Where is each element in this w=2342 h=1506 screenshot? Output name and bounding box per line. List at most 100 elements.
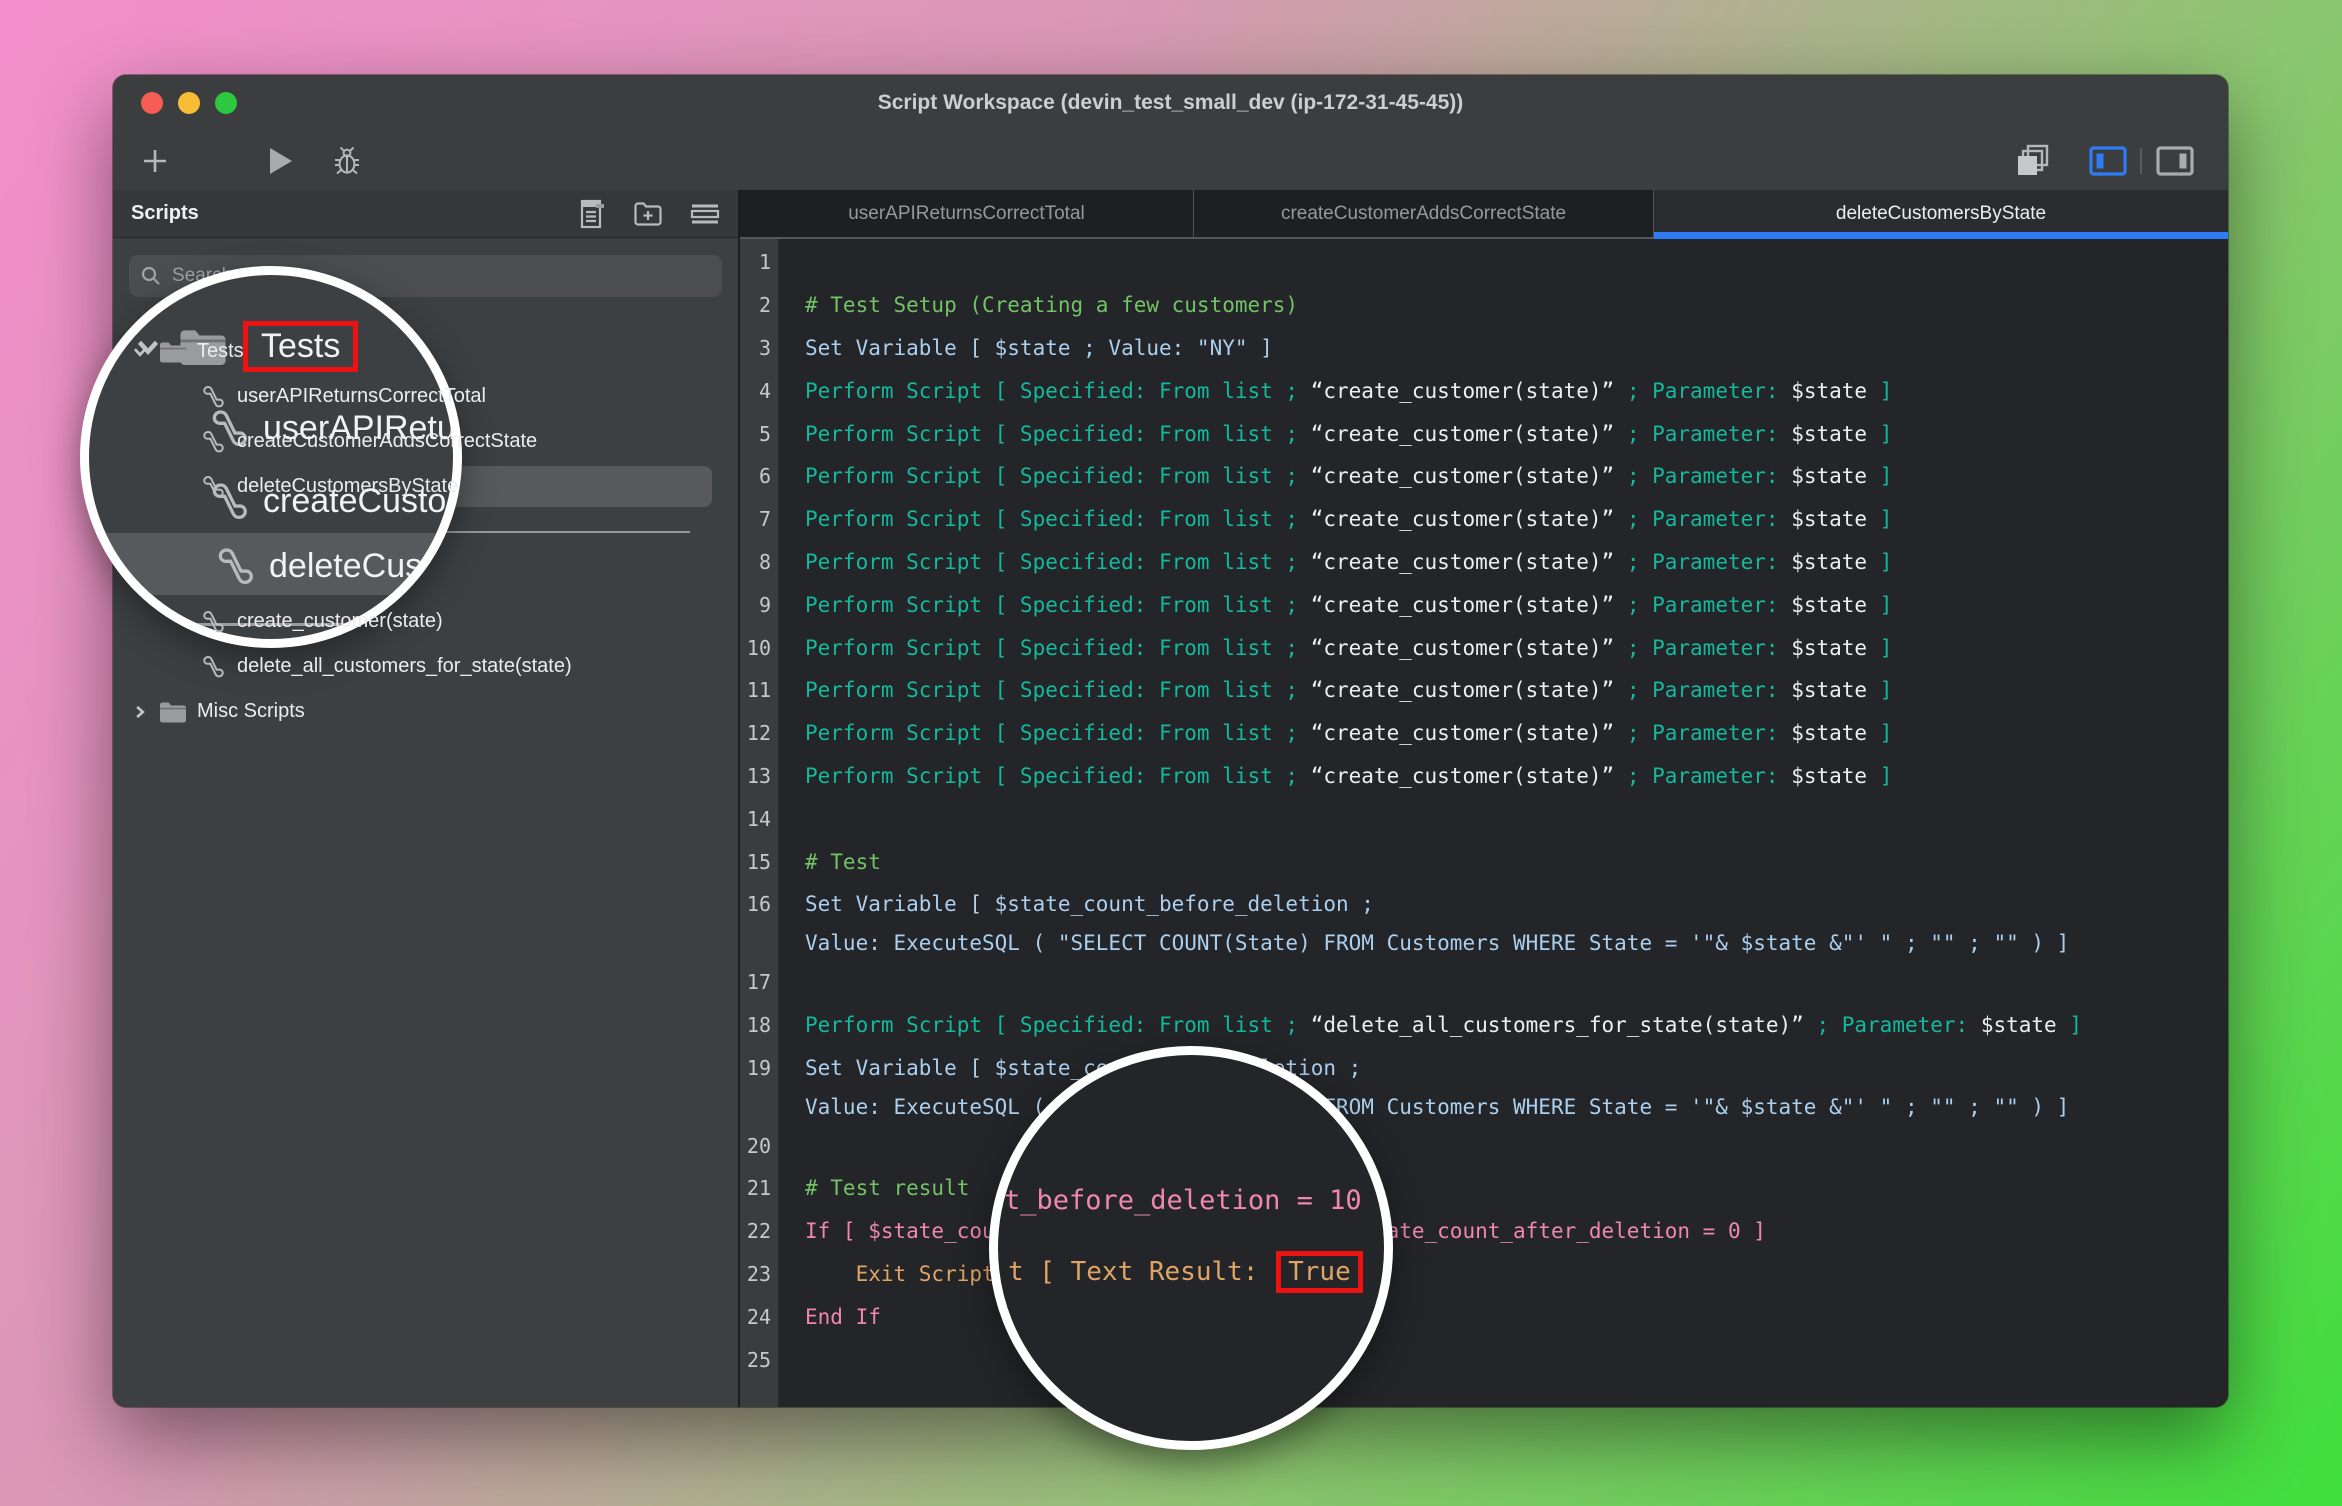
script-scroll-icon <box>201 609 225 635</box>
folder-icon <box>158 340 188 364</box>
bug-icon <box>333 146 361 176</box>
step-text: Perform Script [ Specified: From list ; … <box>778 593 1892 617</box>
script-scroll-icon <box>215 545 255 588</box>
script-editor: userAPIReturnsCorrectTotalcreateCustomer… <box>740 190 2228 1407</box>
script-step-line-19-wrap[interactable]: Value: ExecuteSQL ( "SELECT COUNT(State)… <box>740 1089 2228 1124</box>
debug-script-button[interactable] <box>329 131 365 190</box>
script-step-line-14[interactable]: 14 <box>740 797 2228 840</box>
folder-icon <box>158 700 188 724</box>
sidebar-header: Scripts <box>113 190 738 238</box>
script-step-line-16[interactable]: 16Set Variable [ $state_count_before_del… <box>740 883 2228 926</box>
script-step-line-25[interactable]: 25 <box>740 1338 2228 1381</box>
line-number: 11 <box>740 678 778 702</box>
step-text: Perform Script [ Specified: From list ; … <box>778 507 1892 531</box>
line-number: 10 <box>740 636 778 660</box>
tab-deleteCustomersByState[interactable]: deleteCustomersByState <box>1654 190 2228 237</box>
script-step-line-24[interactable]: 24End If <box>740 1295 2228 1338</box>
script-step-line-17[interactable]: 17 <box>740 961 2228 1004</box>
script-scroll-icon <box>201 429 225 455</box>
script-step-line-20[interactable]: 20 <box>740 1124 2228 1167</box>
step-text: # Test <box>778 850 881 874</box>
desktop-background: Script Workspace (devin_test_small_dev (… <box>0 0 2342 1506</box>
line-number: 9 <box>740 593 778 617</box>
script-step-line-18[interactable]: 18Perform Script [ Specified: From list … <box>740 1004 2228 1047</box>
magnifier-lens-tests: Tests userAPIRetu createCusto deleteCust <box>80 266 462 648</box>
step-text: Perform Script [ Specified: From list ; … <box>778 379 1892 403</box>
line-number: 8 <box>740 550 778 574</box>
chevron-down-icon[interactable] <box>131 343 149 361</box>
toolbar-divider <box>2135 131 2147 190</box>
lens-tan-code-text: t [ Text Result: True ] <box>1008 1251 1393 1293</box>
script-step-line-23[interactable]: 23 Exit Script [ Text Result: True ] <box>740 1253 2228 1296</box>
script-step-line-2[interactable]: 2# Test Setup (Creating a few customers) <box>740 284 2228 327</box>
step-text: Perform Script [ Specified: From list ; … <box>778 550 1892 574</box>
step-text: # Test Setup (Creating a few customers) <box>778 293 1298 317</box>
script-step-line-8[interactable]: 8Perform Script [ Specified: From list ;… <box>740 541 2228 584</box>
script-step-line-22[interactable]: 22If [ $state_count_before_deletion = 10… <box>740 1210 2228 1253</box>
script-step-line-19[interactable]: 19Set Variable [ $state_count_after_dele… <box>740 1046 2228 1089</box>
script-step-line-3[interactable]: 3Set Variable [ $state ; Value: "NY" ] <box>740 327 2228 370</box>
sidebar-folder-Misc Scripts[interactable]: Misc Scripts <box>113 689 738 734</box>
tab-createCustomerAddsCorrectState[interactable]: createCustomerAddsCorrectState <box>1194 190 1654 237</box>
chevron-right-icon[interactable] <box>131 703 149 721</box>
line-number: 3 <box>740 336 778 360</box>
line-number: 12 <box>740 721 778 745</box>
line-number: 23 <box>740 1262 778 1286</box>
search-icon <box>141 266 161 286</box>
line-number: 6 <box>740 464 778 488</box>
script-step-line-15[interactable]: 15# Test <box>740 840 2228 883</box>
step-text: Value: ExecuteSQL ( "SELECT COUNT(State)… <box>778 1095 2069 1119</box>
script-list-icon[interactable] <box>579 199 606 229</box>
line-number: 14 <box>740 807 778 831</box>
script-scroll-icon <box>201 384 225 410</box>
play-icon <box>268 146 294 176</box>
traffic-lights <box>141 92 237 114</box>
tab-userAPIReturnsCorrectTotal[interactable]: userAPIReturnsCorrectTotal <box>740 190 1194 237</box>
script-step-line-16-wrap[interactable]: Value: ExecuteSQL ( "SELECT COUNT(State)… <box>740 926 2228 961</box>
script-tabs: userAPIReturnsCorrectTotalcreateCustomer… <box>740 190 2228 239</box>
script-step-line-6[interactable]: 6Perform Script [ Specified: From list ;… <box>740 455 2228 498</box>
window-title: Script Workspace (devin_test_small_dev (… <box>878 91 1464 115</box>
sidebar-script-delete_all_customers_for_state(state)[interactable]: delete_all_customers_for_state(state) <box>113 644 738 689</box>
toggle-left-pane-button[interactable] <box>2086 131 2130 190</box>
new-folder-icon[interactable] <box>633 201 663 227</box>
true-highlight-box: True <box>1276 1251 1363 1293</box>
close-button[interactable] <box>141 92 163 114</box>
script-step-line-21[interactable]: 21# Test result <box>740 1167 2228 1210</box>
line-number: 20 <box>740 1134 778 1158</box>
toggle-right-pane-button[interactable] <box>2153 131 2197 190</box>
step-text: Perform Script [ Specified: From list ; … <box>778 1013 2082 1037</box>
line-number: 19 <box>740 1056 778 1080</box>
lens-pink-code-text: t_before_deletion = 10 <box>1004 1185 1362 1216</box>
title-bar: Script Workspace (devin_test_small_dev (… <box>113 75 2228 131</box>
line-number: 5 <box>740 422 778 446</box>
zoom-button[interactable] <box>215 92 237 114</box>
script-step-line-1[interactable]: 1 <box>740 241 2228 284</box>
script-steps: 12# Test Setup (Creating a few customers… <box>740 241 2228 1381</box>
panel-left-icon <box>2089 146 2127 176</box>
sidebar-title: Scripts <box>131 202 199 225</box>
line-number: 4 <box>740 379 778 403</box>
line-number: 13 <box>740 764 778 788</box>
code-area: 12# Test Setup (Creating a few customers… <box>740 239 2228 1407</box>
script-step-line-13[interactable]: 13Perform Script [ Specified: From list … <box>740 755 2228 798</box>
script-step-line-10[interactable]: 10Perform Script [ Specified: From list … <box>740 626 2228 669</box>
script-scroll-icon <box>201 474 225 500</box>
lens-row-deleteCust: deleteCust <box>215 545 432 588</box>
run-script-button[interactable] <box>263 131 299 190</box>
step-text: Value: ExecuteSQL ( "SELECT COUNT(State)… <box>778 931 2069 955</box>
magnifier-lens-true: t_before_deletion = 10 t [ Text Result: … <box>989 1046 1393 1450</box>
script-step-line-7[interactable]: 7Perform Script [ Specified: From list ;… <box>740 498 2228 541</box>
line-number: 17 <box>740 970 778 994</box>
line-number: 7 <box>740 507 778 531</box>
script-step-line-11[interactable]: 11Perform Script [ Specified: From list … <box>740 669 2228 712</box>
script-step-line-5[interactable]: 5Perform Script [ Specified: From list ;… <box>740 412 2228 455</box>
script-step-line-9[interactable]: 9Perform Script [ Specified: From list ;… <box>740 583 2228 626</box>
minimize-button[interactable] <box>178 92 200 114</box>
new-script-button[interactable] <box>137 131 173 190</box>
cascade-windows-button[interactable] <box>2012 131 2054 190</box>
script-step-line-12[interactable]: 12Perform Script [ Specified: From list … <box>740 712 2228 755</box>
script-step-line-4[interactable]: 4Perform Script [ Specified: From list ;… <box>740 369 2228 412</box>
menu-icon[interactable] <box>690 202 720 226</box>
tests-highlight-box: Tests <box>243 321 358 372</box>
